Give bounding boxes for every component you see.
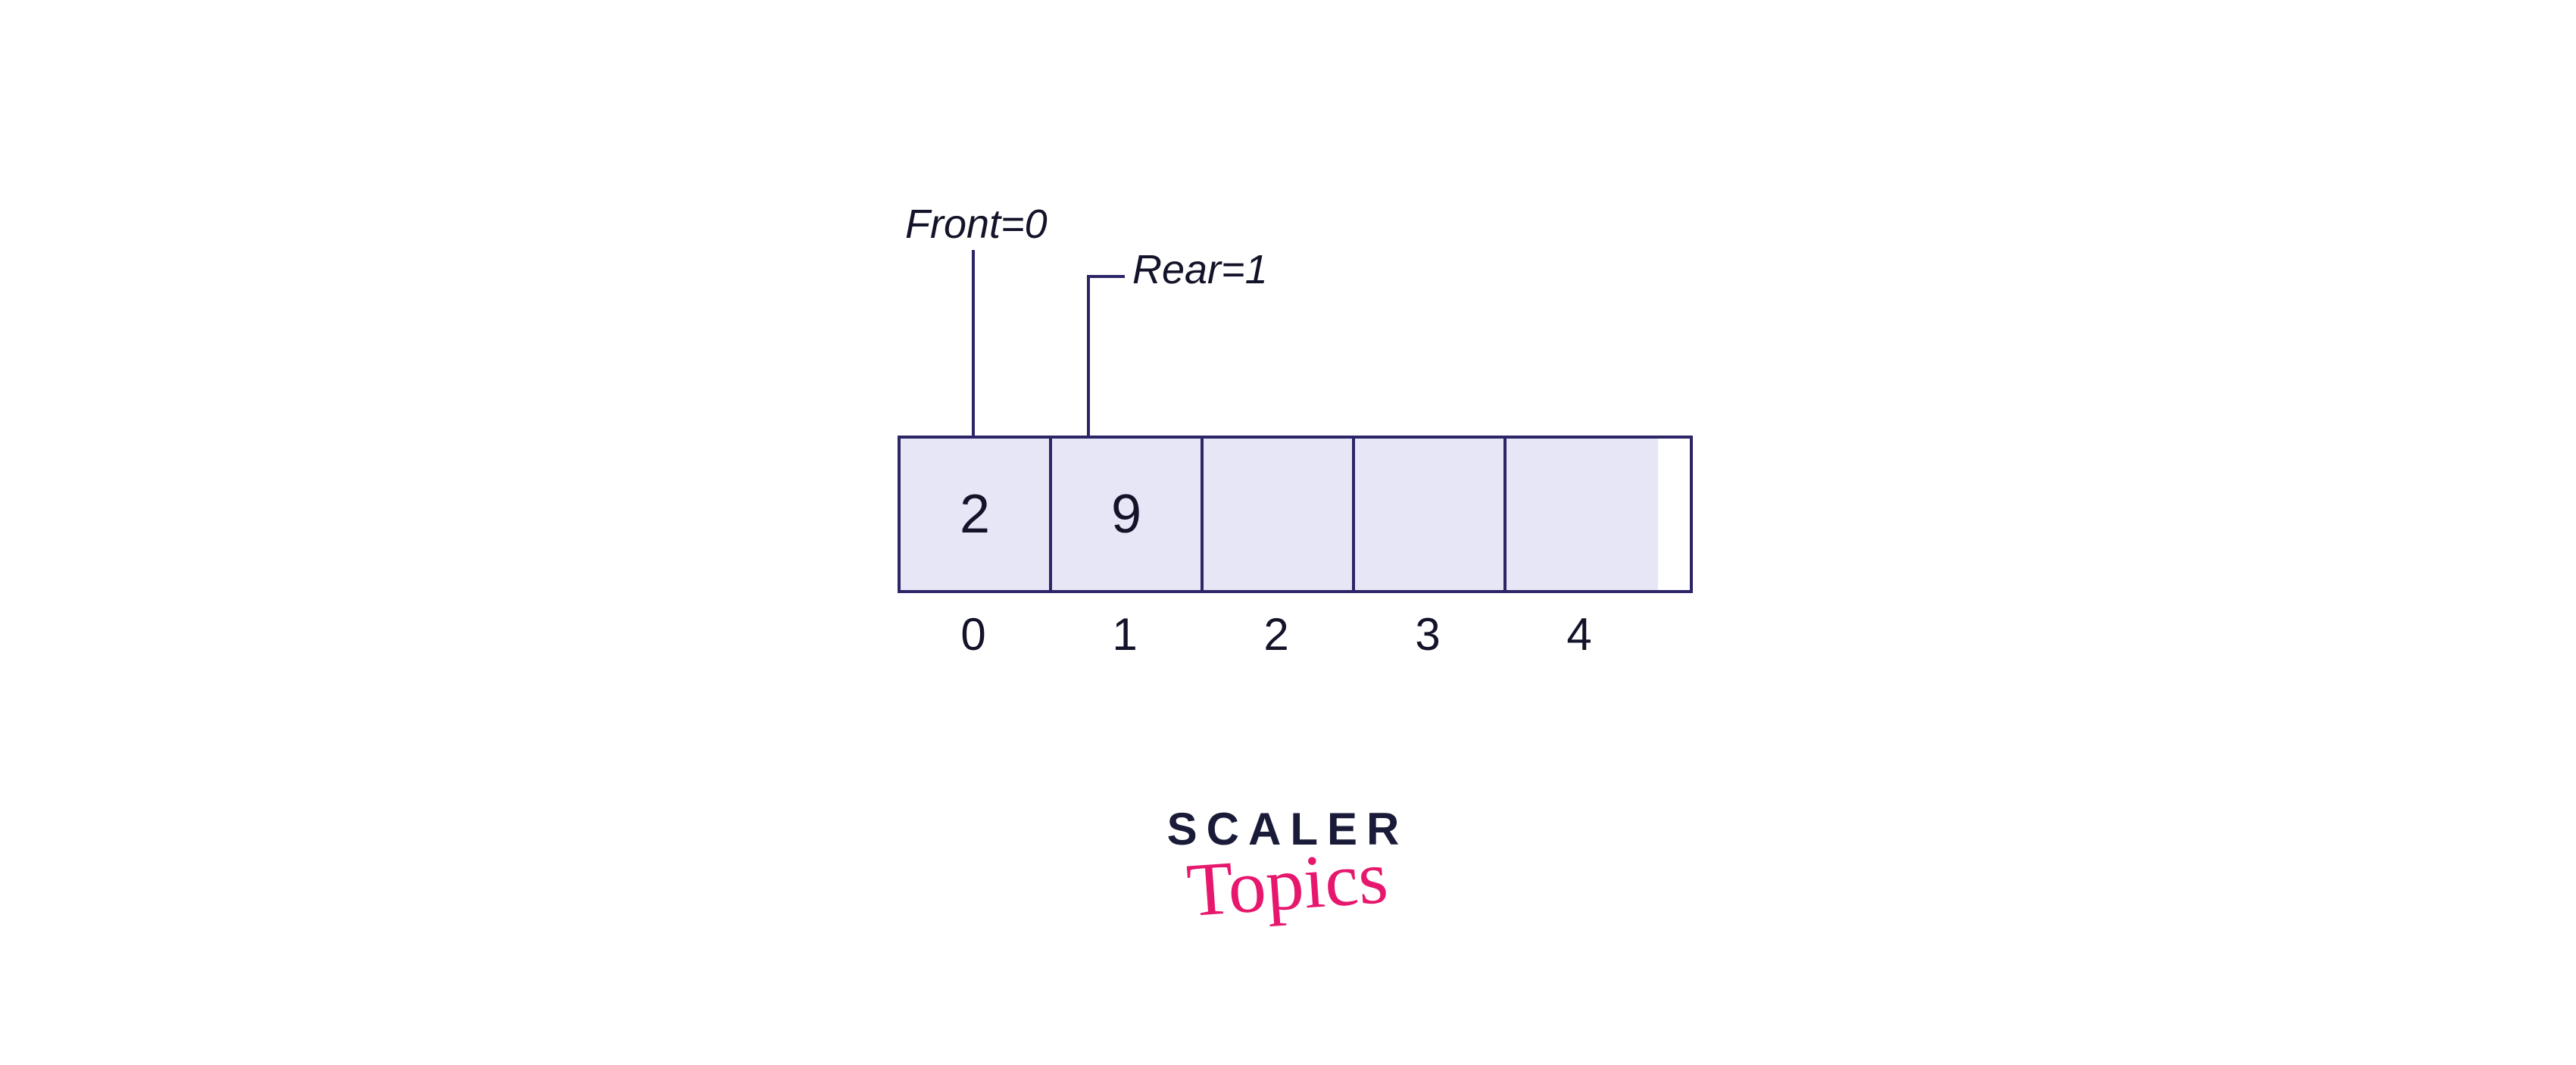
brand-text-topics: Topics	[1185, 833, 1391, 934]
queue-index: 3	[1352, 608, 1503, 661]
rear-pointer-label: Rear=1	[1132, 246, 1268, 293]
queue-index: 4	[1503, 608, 1655, 661]
queue-index: 0	[898, 608, 1049, 661]
queue-cell: 2	[901, 439, 1052, 590]
queue-index-row: 0 1 2 3 4	[898, 608, 1693, 661]
queue-cells-row: 2 9	[898, 436, 1693, 593]
queue-index: 1	[1049, 608, 1201, 661]
front-pointer-line	[972, 250, 975, 436]
queue-diagram: Front=0 Rear=1 2 9 0 1 2 3 4	[898, 201, 1693, 661]
queue-cell	[1355, 439, 1507, 590]
rear-pointer-line-vertical	[1087, 276, 1090, 436]
rear-pointer-line-horizontal	[1087, 275, 1125, 278]
queue-cell	[1507, 439, 1658, 590]
queue-index: 2	[1201, 608, 1352, 661]
queue-cell	[1204, 439, 1355, 590]
front-pointer-label: Front=0	[905, 201, 1048, 248]
brand-logo: SCALER Topics	[1129, 803, 1447, 927]
pointer-labels: Front=0 Rear=1	[898, 201, 1693, 436]
queue-cell: 9	[1052, 439, 1204, 590]
